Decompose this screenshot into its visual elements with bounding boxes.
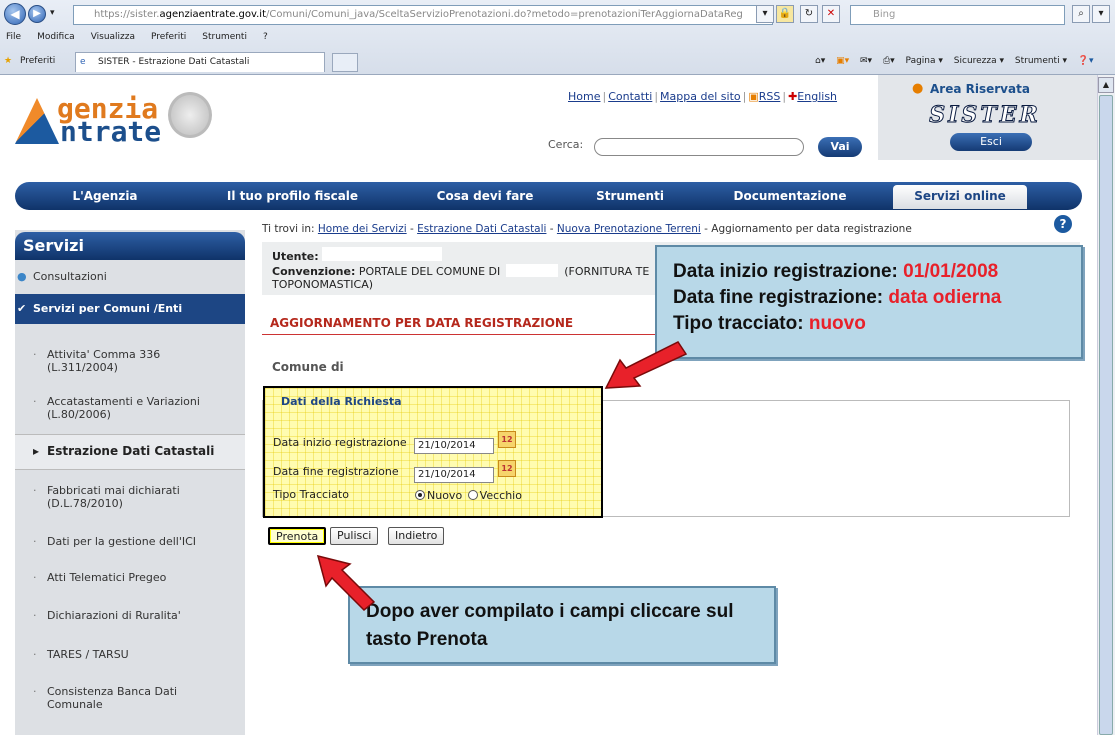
sidebar-title: Servizi [15, 232, 245, 260]
menu-strumenti[interactable]: Strumenti [202, 32, 247, 42]
search-icon[interactable]: ⌕ [1072, 5, 1090, 23]
search-options-icon[interactable]: ▾ [1092, 5, 1110, 23]
command-bar: ⌂▾ ▣▾ ✉▾ ⎙▾ Pagina ▾ Sicurezza ▾ Strumen… [815, 48, 1102, 74]
security-menu[interactable]: Sicurezza ▾ [954, 56, 1004, 66]
refresh-icon[interactable]: ↻ [800, 5, 818, 23]
search-input[interactable]: Bing [850, 5, 1065, 25]
top-links: Home | Contatti | Mappa del sito | ▣RSS | ✚Engli… [568, 90, 838, 103]
history-dropdown-icon[interactable]: ▾ [50, 8, 55, 18]
data-inizio-input[interactable]: 21/10/2014 [414, 438, 494, 454]
help-icon[interactable]: ? [1054, 215, 1072, 233]
arrow-icon [604, 341, 688, 389]
page-menu[interactable]: Pagina ▾ [906, 56, 943, 66]
forward-icon[interactable]: ▶ [28, 5, 46, 23]
radio-nuovo[interactable]: Nuovo [415, 489, 462, 502]
lock-icon[interactable]: 🔒 [776, 5, 794, 23]
stop-icon[interactable]: ✕ [822, 5, 840, 23]
link-english[interactable]: English [797, 90, 837, 103]
nav-cosa-fare[interactable]: Cosa devi fare [420, 182, 550, 210]
prenota-button[interactable]: Prenota [268, 527, 327, 545]
address-row: ◀ ▶ ▾ https://sister.agenziaentrate.gov.… [0, 2, 1115, 26]
convenzione-line-2: TOPONOMASTICA) [272, 278, 374, 291]
rss-icon: ▣ [748, 90, 759, 103]
sidebar-item-comuni-enti[interactable]: ✔ Servizi per Comuni /Enti [15, 294, 245, 324]
crumb-home-servizi[interactable]: Home dei Servizi [318, 223, 407, 235]
bullet-icon: ● [17, 270, 27, 283]
convenzione-line: Convenzione: PORTALE DEL COMUNE DI (FORNI… [272, 264, 650, 278]
data-fine-input[interactable]: 21/10/2014 [414, 467, 494, 483]
address-bar[interactable]: https://sister.agenziaentrate.gov.it/Com… [73, 5, 773, 25]
star-icon: ★ [4, 56, 13, 66]
new-tab-button[interactable] [332, 53, 358, 72]
tools-menu[interactable]: Strumenti ▾ [1015, 56, 1067, 66]
nav-documentazione[interactable]: Documentazione [710, 182, 870, 210]
utente-label: Utente: [272, 250, 319, 263]
instruction-callout-1: Data inizio registrazione: 01/01/2008 Da… [655, 245, 1083, 359]
menu-help[interactable]: ? [263, 32, 268, 42]
republic-emblem-icon [168, 92, 212, 138]
link-home[interactable]: Home [568, 90, 600, 103]
nav-agenzia[interactable]: L'Agenzia [50, 182, 160, 210]
user-icon: ● [912, 81, 924, 96]
ie-icon: e [80, 57, 86, 67]
tipo-tracciato-radios: Nuovo Vecchio [415, 489, 522, 502]
sidebar-item-consultazioni[interactable]: ● Consultazioni [15, 270, 245, 283]
back-icon[interactable]: ◀ [4, 3, 26, 25]
menu-modifica[interactable]: Modifica [37, 32, 75, 42]
menu-preferiti[interactable]: Preferiti [151, 32, 186, 42]
pulisci-button[interactable]: Pulisci [330, 527, 379, 545]
crumb-nuova-prenotazione[interactable]: Nuova Prenotazione Terreni [557, 223, 701, 235]
search-label: Cerca: [548, 138, 584, 151]
link-rss[interactable]: RSS [759, 90, 781, 103]
sister-logo: SISTER [929, 102, 1041, 129]
logout-button[interactable]: Esci [950, 133, 1032, 151]
nav-servizi-online[interactable]: Servizi online [893, 182, 1027, 210]
rss-icon[interactable]: ▣▾ [836, 56, 849, 66]
calendar-icon[interactable]: 12 [498, 431, 516, 448]
logo-a-icon [15, 98, 59, 144]
help-icon[interactable]: ❓▾ [1078, 56, 1094, 66]
reserved-area-title: Area Riservata [930, 82, 1030, 96]
data-fine-label: Data fine registrazione [273, 465, 399, 478]
fieldset-title: Dati della Richiesta [281, 395, 402, 408]
scroll-up-icon[interactable]: ▲ [1098, 77, 1114, 93]
indietro-button[interactable]: Indietro [388, 527, 445, 545]
browser-chrome: ◀ ▶ ▾ https://sister.agenziaentrate.gov.… [0, 0, 1115, 75]
crumb-estrazione[interactable]: Estrazione Dati Catastali [417, 223, 546, 235]
link-mappa[interactable]: Mappa del sito [660, 90, 741, 103]
site-search-input[interactable] [594, 138, 804, 156]
mail-icon[interactable]: ✉▾ [860, 56, 872, 66]
menu-file[interactable]: File [6, 32, 21, 42]
search-button[interactable]: Vai [818, 137, 862, 157]
home-icon[interactable]: ⌂▾ [815, 56, 825, 66]
calendar-icon[interactable]: 12 [498, 460, 516, 477]
favorites-bar: ★ Preferiti e SISTER - Estrazione Dati Ca… [0, 48, 1115, 74]
section-title: AGGIORNAMENTO PER DATA REGISTRAZIONE [270, 316, 574, 330]
menu-bar: File Modifica Visualizza Preferiti Strumenti… [0, 28, 1115, 46]
radio-vecchio[interactable]: Vecchio [467, 489, 522, 502]
dropdown-icon[interactable]: ▾ [756, 5, 774, 23]
breadcrumb: Ti trovi in: Home dei Servizi - Estrazio… [262, 223, 912, 235]
link-contatti[interactable]: Contatti [608, 90, 652, 103]
tipo-tracciato-label: Tipo Tracciato [273, 488, 349, 501]
arrow-icon [316, 554, 376, 612]
comune-label: Comune di [272, 360, 344, 374]
favorites-button[interactable]: Preferiti [20, 48, 55, 74]
nav-profilo[interactable]: Il tuo profilo fiscale [220, 182, 365, 210]
menu-visualizza[interactable]: Visualizza [91, 32, 135, 42]
uk-flag-icon: ✚ [788, 90, 798, 103]
check-icon: ✔ [17, 302, 27, 315]
data-inizio-label: Data inizio registrazione [273, 436, 407, 449]
print-icon[interactable]: ⎙▾ [883, 56, 895, 66]
redacted-field [322, 247, 442, 261]
nav-strumenti[interactable]: Strumenti [580, 182, 680, 210]
scrollbar-thumb[interactable] [1099, 95, 1113, 735]
tab-active[interactable]: e SISTER - Estrazione Dati Catastali [75, 52, 325, 72]
instruction-callout-2: Dopo aver compilato i campi cliccare sul… [348, 586, 776, 664]
